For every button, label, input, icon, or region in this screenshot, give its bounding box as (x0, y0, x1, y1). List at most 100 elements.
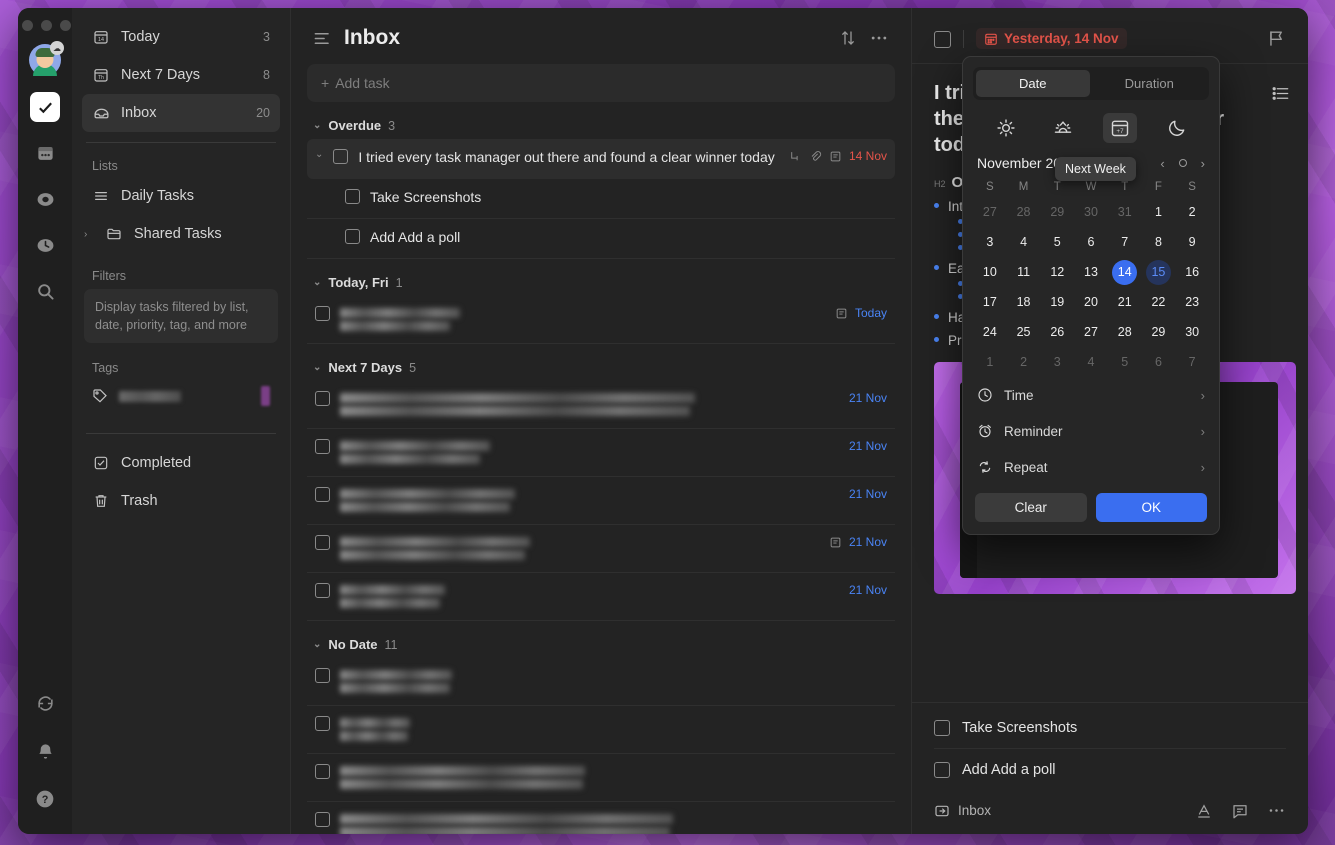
footer-list-label[interactable]: Inbox (958, 803, 991, 818)
task-group-header[interactable]: ⌄ Today, Fri 1 (307, 259, 895, 296)
comment-icon[interactable] (1231, 802, 1249, 820)
task-complete-checkbox[interactable] (934, 30, 951, 48)
calendar-day[interactable]: 9 (1175, 227, 1209, 257)
calendar-day[interactable]: 27 (973, 197, 1007, 227)
chevron-right-icon[interactable]: › (84, 229, 94, 240)
calendar-day[interactable]: 12 (1040, 257, 1074, 287)
circle-icon[interactable] (1178, 159, 1187, 167)
option-reminder[interactable]: Reminder › (973, 413, 1209, 449)
calendar-day[interactable]: 17 (973, 287, 1007, 317)
calendar-day[interactable]: 21 (1108, 287, 1142, 317)
task-checkbox[interactable] (345, 189, 360, 204)
task-group-header[interactable]: ⌄ Next 7 Days 5 (307, 344, 895, 381)
calendar-day[interactable]: 11 (1007, 257, 1041, 287)
calendar-day[interactable]: 7 (1108, 227, 1142, 257)
task-row[interactable]: 21 Nov (307, 573, 895, 621)
chevron-right-icon[interactable]: › (1201, 156, 1205, 171)
task-due-date[interactable]: 21 Nov (849, 583, 887, 597)
task-checkbox[interactable] (315, 487, 330, 502)
window-traffic-lights[interactable] (22, 20, 71, 31)
task-checkbox[interactable] (333, 149, 349, 164)
task-due-date[interactable]: 21 Nov (849, 439, 887, 453)
calendar-day[interactable]: 5 (1040, 227, 1074, 257)
calendar-day[interactable]: 26 (1040, 317, 1074, 347)
subtask-row[interactable]: Take Screenshots (934, 707, 1286, 749)
calendar-day[interactable]: 30 (1074, 197, 1108, 227)
task-due-date[interactable]: 14 Nov (849, 149, 887, 163)
more-horizontal-icon[interactable] (869, 28, 889, 48)
calendar-day[interactable]: 2 (1007, 347, 1041, 377)
task-checkbox[interactable] (315, 391, 330, 406)
add-task-input[interactable]: + Add task (307, 64, 895, 102)
calendar-day[interactable]: 20 (1074, 287, 1108, 317)
option-time[interactable]: Time › (973, 377, 1209, 413)
sidebar-item-trash[interactable]: Trash (82, 482, 280, 520)
task-checkbox[interactable] (315, 812, 330, 827)
tab-duration[interactable]: Duration (1093, 70, 1207, 97)
calendar-day[interactable]: 8 (1142, 227, 1176, 257)
calendar-day[interactable]: 13 (1074, 257, 1108, 287)
calendar-day[interactable]: 14 (1108, 257, 1142, 287)
calendar-day[interactable]: 2 (1175, 197, 1209, 227)
task-row[interactable]: 21 Nov (307, 525, 895, 573)
task-row[interactable]: 21 Nov (307, 477, 895, 525)
calendar-day[interactable]: 30 (1175, 317, 1209, 347)
close-button[interactable] (22, 20, 33, 31)
move-to-list-icon[interactable] (934, 803, 950, 819)
task-due-date[interactable]: 21 Nov (849, 535, 887, 549)
quick-pick-evening[interactable] (1160, 113, 1194, 143)
calendar-day[interactable]: 4 (1007, 227, 1041, 257)
tab-date[interactable]: Date (976, 70, 1090, 97)
minimize-button[interactable] (41, 20, 52, 31)
calendar-day[interactable]: 29 (1142, 317, 1176, 347)
task-row[interactable]: 21 Nov (307, 381, 895, 429)
calendar-day[interactable]: 23 (1175, 287, 1209, 317)
calendar-day[interactable]: 10 (973, 257, 1007, 287)
task-group-header[interactable]: ⌄ No Date 11 (307, 621, 895, 658)
sidebar-item-next-7-days[interactable]: Th Next 7 Days 8 (82, 56, 280, 94)
quick-pick-tomorrow[interactable] (1046, 113, 1080, 143)
rail-item-search[interactable] (30, 276, 60, 306)
task-row[interactable] (307, 754, 895, 802)
calendar-day[interactable]: 6 (1142, 347, 1176, 377)
rail-item-calendar[interactable] (30, 138, 60, 168)
calendar-day[interactable]: 15 (1142, 257, 1176, 287)
list-collapse-icon[interactable] (313, 29, 332, 48)
chevron-down-icon[interactable]: ⌄ (313, 277, 321, 288)
format-text-icon[interactable] (1195, 802, 1213, 820)
sidebar-item-completed[interactable]: Completed (82, 444, 280, 482)
calendar-day[interactable]: 27 (1074, 317, 1108, 347)
calendar-day[interactable]: 28 (1108, 317, 1142, 347)
task-checkbox[interactable] (315, 583, 330, 598)
calendar-day[interactable]: 19 (1040, 287, 1074, 317)
calendar-day[interactable]: 1 (1142, 197, 1176, 227)
rail-item-tasks[interactable] (30, 92, 60, 122)
calendar-day[interactable]: 3 (1040, 347, 1074, 377)
calendar-day[interactable]: 24 (973, 317, 1007, 347)
task-row[interactable] (307, 658, 895, 706)
due-date-chip[interactable]: Yesterday, 14 Nov (976, 28, 1127, 49)
calendar-day[interactable]: 18 (1007, 287, 1041, 317)
chevron-down-icon[interactable]: ⌄ (313, 120, 321, 131)
task-row[interactable]: Add Add a poll (307, 219, 895, 259)
task-row[interactable]: ⌄ I tried every task manager out there an… (307, 139, 895, 179)
task-due-date[interactable]: 21 Nov (849, 391, 887, 405)
calendar-day[interactable]: 22 (1142, 287, 1176, 317)
rail-item-habit[interactable] (30, 184, 60, 214)
calendar-day[interactable]: 7 (1175, 347, 1209, 377)
calendar-day[interactable]: 31 (1108, 197, 1142, 227)
flag-icon[interactable] (1267, 29, 1286, 48)
clear-button[interactable]: Clear (975, 493, 1087, 522)
ok-button[interactable]: OK (1095, 493, 1207, 522)
calendar-day[interactable]: 5 (1108, 347, 1142, 377)
filters-hint[interactable]: Display tasks filtered by list, date, pr… (84, 289, 278, 344)
rail-item-notifications[interactable] (30, 736, 60, 766)
chevron-down-icon[interactable]: ⌄ (313, 362, 321, 373)
task-row[interactable] (307, 706, 895, 754)
calendar-day[interactable]: 1 (973, 347, 1007, 377)
calendar-day[interactable]: 25 (1007, 317, 1041, 347)
calendar-day[interactable]: 29 (1040, 197, 1074, 227)
chevron-left-icon[interactable]: ‹ (1160, 156, 1164, 171)
rail-item-help[interactable]: ? (30, 784, 60, 814)
sidebar-tag-item[interactable] (82, 379, 280, 413)
